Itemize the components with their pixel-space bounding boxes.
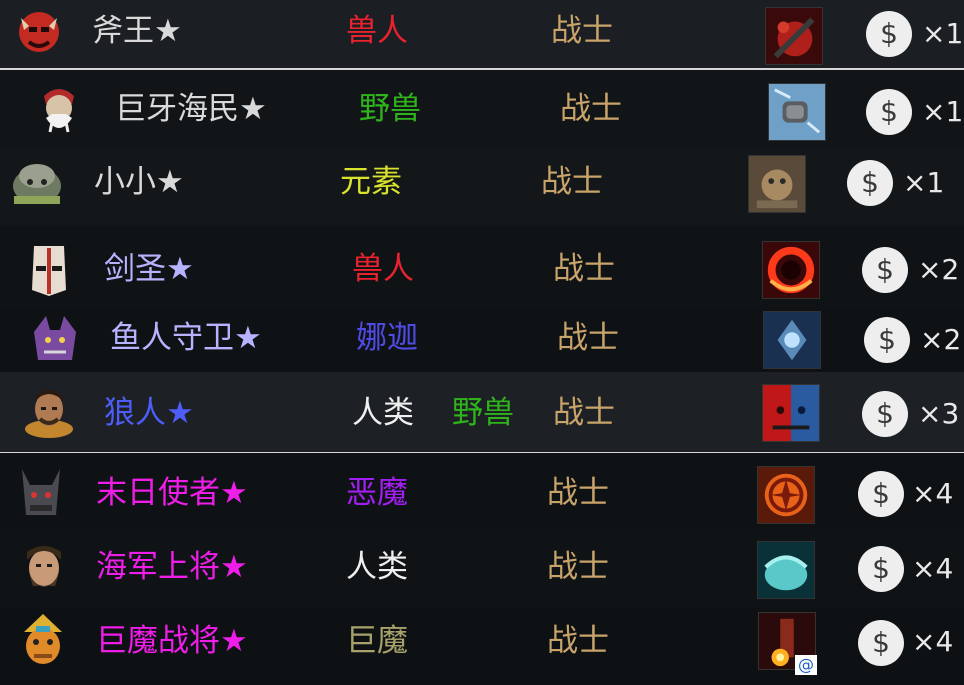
hero-class: 战士 [547, 475, 609, 511]
hero-row[interactable]: 鱼人守卫★ 娜迦 战士 $ ×2 [0, 308, 964, 372]
hero-cost: ×3 [918, 397, 960, 430]
gold-coin-icon: $ [862, 391, 908, 437]
hero-race: 娜迦 [356, 320, 418, 356]
hero-row[interactable]: 末日使者★ 恶魔 战士 $ ×4 [0, 453, 964, 531]
walrus-punch-icon [768, 83, 826, 141]
hero-class: 战士 [547, 623, 609, 659]
hero-name: 巨牙海民★ [115, 91, 267, 127]
hero-cost: ×1 [903, 166, 945, 199]
gold-coin-icon: $ [866, 89, 912, 135]
hero-row[interactable]: 剑圣★ 兽人 战士 $ ×2 [0, 226, 964, 308]
slardar-portrait-icon [26, 312, 84, 370]
hero-name: 小小★ [94, 164, 184, 200]
hero-row[interactable]: 巨牙海民★ 野兽 战士 $ ×1 [0, 70, 964, 148]
juggernaut-portrait-icon [20, 240, 78, 298]
hero-race: 人类 [346, 549, 408, 585]
hero-row[interactable]: 斧王★ 兽人 战士 $ ×1 [0, 0, 964, 68]
watermark-badge: @ [795, 655, 817, 675]
hero-class: 战士 [557, 320, 619, 356]
hero-class: 战士 [547, 549, 609, 585]
hero-race: 兽人 [346, 13, 408, 49]
hero-name: 鱼人守卫★ [110, 320, 262, 356]
hero-row[interactable]: 海军上将★ 人类 战士 $ ×4 [0, 531, 964, 607]
hero-row[interactable]: 巨魔战将★ 巨魔 战士 $ ×4 [0, 607, 964, 685]
doom-icon [757, 466, 815, 524]
gold-coin-icon: $ [862, 247, 908, 293]
hero-name: 剑圣★ [104, 251, 194, 287]
hero-race: 兽人 [352, 251, 414, 287]
tiny-portrait-icon [8, 152, 66, 210]
gold-coin-icon: $ [858, 471, 904, 517]
hero-name: 末日使者★ [96, 475, 248, 511]
gold-coin-icon: $ [866, 11, 912, 57]
hero-race: 人类 [352, 395, 414, 431]
hero-cost: ×4 [912, 552, 954, 585]
axe-portrait-icon [10, 2, 68, 60]
hero-cost: ×2 [918, 253, 960, 286]
shapeshift-icon [762, 384, 820, 442]
hero-name: 斧王★ [92, 13, 182, 49]
hero-cost: ×1 [922, 17, 964, 50]
hero-row[interactable]: 小小★ 元素 战士 $ ×1 [0, 148, 964, 226]
gold-coin-icon: $ [858, 546, 904, 592]
hero-class: 战士 [553, 251, 615, 287]
hero-race: 恶魔 [346, 475, 408, 511]
hero-race: 元素 [340, 164, 402, 200]
hero-name: 巨魔战将★ [96, 623, 248, 659]
grow-icon [748, 155, 806, 213]
hero-class: 战士 [551, 13, 613, 49]
hero-class: 战士 [541, 164, 603, 200]
hero-name: 狼人★ [104, 395, 194, 431]
hero-cost: ×4 [912, 477, 954, 510]
tusk-portrait-icon [30, 78, 88, 136]
kunkka-portrait-icon [15, 540, 73, 598]
hero-name: 海军上将★ [96, 549, 248, 585]
hero-race: 野兽 [452, 395, 514, 431]
lycan-portrait-icon [20, 383, 78, 441]
berserkers-call-icon [765, 7, 823, 65]
hero-cost: ×2 [920, 323, 962, 356]
troll-warlord-portrait-icon [14, 612, 72, 670]
ghostship-icon [757, 541, 815, 599]
hero-row[interactable]: 狼人★ 人类 野兽 战士 $ ×3 [0, 372, 964, 452]
gold-coin-icon: $ [864, 317, 910, 363]
hero-cost: ×1 [922, 95, 964, 128]
hero-class: 战士 [553, 395, 615, 431]
hero-race: 巨魔 [346, 623, 408, 659]
slithereen-crush-icon [763, 311, 821, 369]
blade-fury-icon [762, 241, 820, 299]
gold-coin-icon: $ [858, 620, 904, 666]
hero-cost: ×4 [912, 625, 954, 658]
doom-portrait-icon [12, 465, 70, 523]
gold-coin-icon: $ [847, 160, 893, 206]
hero-race: 野兽 [359, 91, 421, 127]
hero-class: 战士 [560, 91, 622, 127]
